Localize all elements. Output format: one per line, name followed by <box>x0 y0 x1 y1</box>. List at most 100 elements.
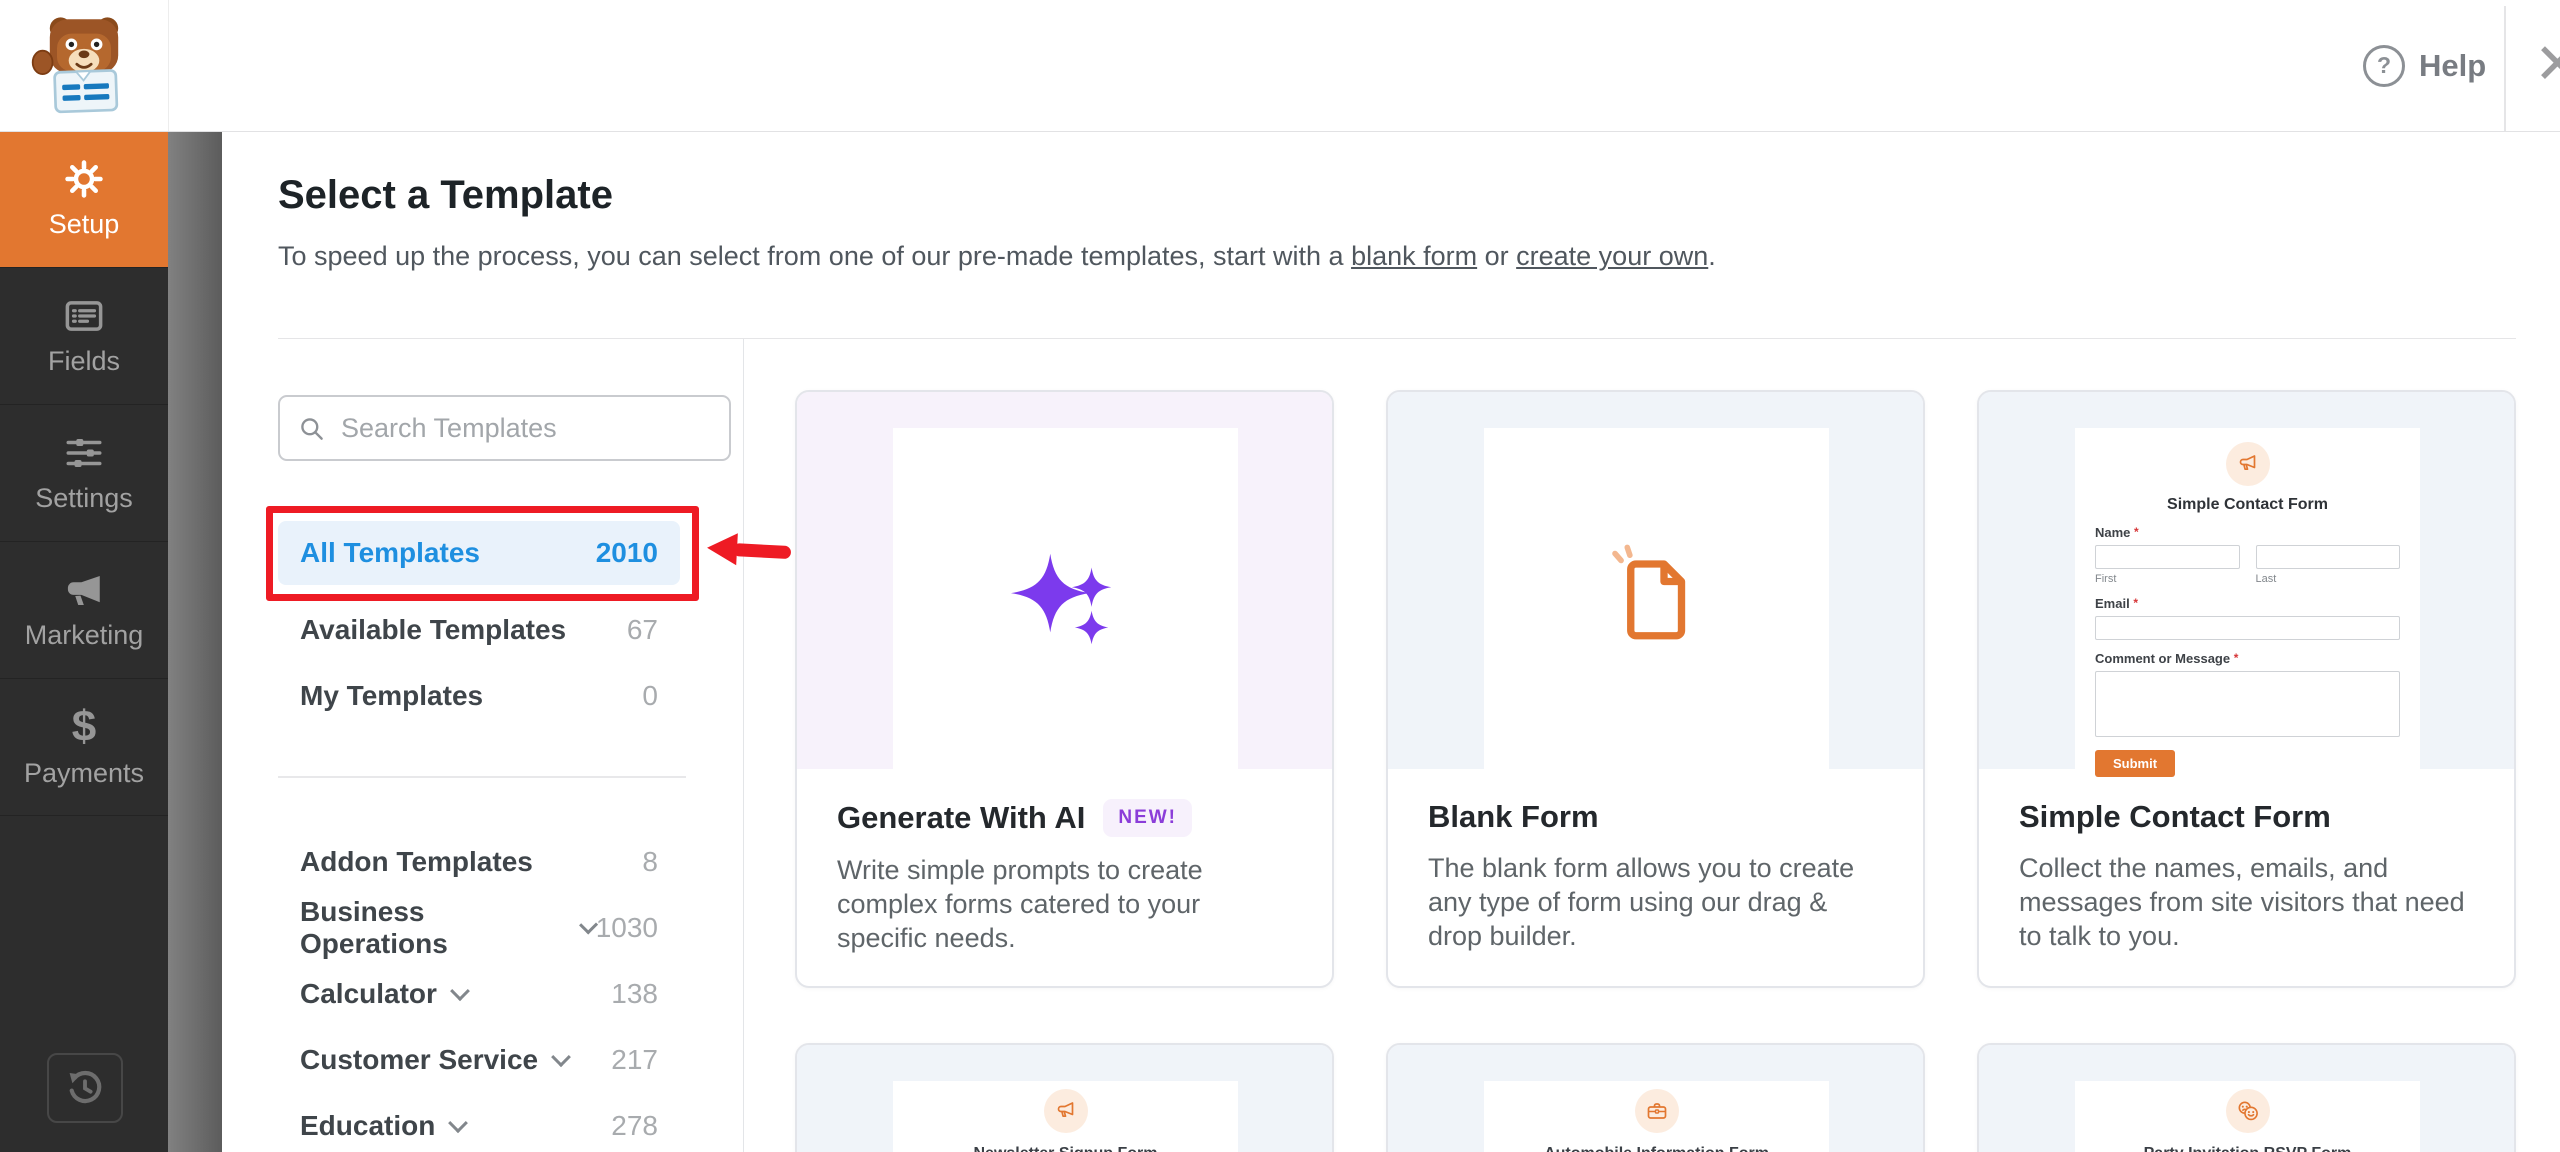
topbar-divider <box>2504 6 2506 131</box>
filter-available-templates[interactable]: Available Templates 67 <box>278 598 680 662</box>
sidebar-item-label: Setup <box>49 209 120 240</box>
sidebar-item-label: Marketing <box>25 620 144 651</box>
help-icon: ? <box>2363 45 2405 87</box>
template-card-party-invitation-rsvp[interactable]: Party Invitation RSVP Form <box>1977 1043 2516 1152</box>
preview-canvas <box>893 428 1238 769</box>
fields-list-icon <box>62 295 106 337</box>
required-asterisk: * <box>2133 596 2138 610</box>
category-count: 217 <box>611 1044 658 1076</box>
megaphone-badge <box>1044 1089 1088 1133</box>
label-text: Comment or Message <box>2095 651 2230 666</box>
required-asterisk: * <box>2234 651 2239 665</box>
template-card-simple-contact-form[interactable]: Simple Contact Form Name * First Last Em… <box>1977 390 2516 988</box>
chevron-down-icon <box>448 1113 468 1133</box>
form-thumbnail: Simple Contact Form Name * First Last Em… <box>2075 428 2420 791</box>
gear-icon <box>63 158 105 200</box>
megaphone-outline-icon <box>1054 1099 1078 1123</box>
card-body: Blank Form The blank form allows you to … <box>1388 769 1923 953</box>
template-card-blank-form[interactable]: Blank Form The blank form allows you to … <box>1386 390 1925 988</box>
builder-sidebar: Setup Fields Settings <box>0 131 168 1152</box>
template-card-automobile-information[interactable]: Automobile Information Form <box>1386 1043 1925 1152</box>
help-button[interactable]: ? Help <box>2363 0 2486 131</box>
category-calculator[interactable]: Calculator 138 <box>278 962 680 1026</box>
label-text: Name <box>2095 525 2130 540</box>
category-label: Customer Service <box>300 1044 538 1076</box>
category-count: 1030 <box>596 912 658 944</box>
card-description: The blank form allows you to create any … <box>1428 851 1887 953</box>
intro-or: or <box>1477 241 1516 271</box>
filter-all-templates[interactable]: All Templates 2010 <box>278 521 680 585</box>
category-count: 8 <box>642 846 658 878</box>
filter-label: All Templates <box>300 537 480 569</box>
template-card-newsletter-signup[interactable]: Newsletter Signup Form <box>795 1043 1334 1152</box>
message-label: Comment or Message * <box>2095 651 2400 666</box>
top-bar: ? Help ✕ <box>0 0 2560 132</box>
sidebar-item-fields[interactable]: Fields <box>0 268 168 405</box>
ai-sparkles-icon <box>1007 540 1125 658</box>
card-preview <box>797 392 1332 769</box>
wpforms-template-builder: ? Help ✕ Setup <box>0 0 2560 1152</box>
template-card-generate-with-ai[interactable]: Generate With AI NEW! Write simple promp… <box>795 390 1334 988</box>
intro-text: To speed up the process, you can select … <box>278 241 1716 272</box>
category-label: Addon Templates <box>300 846 533 878</box>
form-thumbnail-title: Automobile Information Form <box>1544 1145 1769 1152</box>
preview-canvas <box>1484 428 1829 769</box>
search-input[interactable] <box>339 412 713 445</box>
form-thumbnail-title: Party Invitation RSVP Form <box>2144 1145 2352 1152</box>
first-name-input <box>2095 545 2240 569</box>
name-label: Name * <box>2095 525 2400 540</box>
sidebar-item-label: Settings <box>35 483 133 514</box>
header-divider <box>278 338 2516 339</box>
filter-label: My Templates <box>300 680 483 712</box>
category-label: Business Operations <box>300 896 566 960</box>
category-education[interactable]: Education 278 <box>278 1094 680 1152</box>
card-title: Blank Form <box>1428 799 1599 835</box>
sidebar-item-settings[interactable]: Settings <box>0 405 168 542</box>
briefcase-icon <box>1645 1099 1669 1123</box>
card-preview <box>1388 392 1923 769</box>
category-addon-templates[interactable]: Addon Templates 8 <box>278 830 680 894</box>
page-title: Select a Template <box>278 173 613 218</box>
blank-form-link[interactable]: blank form <box>1351 241 1477 271</box>
help-label: Help <box>2419 48 2486 84</box>
megaphone-outline-icon <box>2236 452 2260 476</box>
search-icon <box>298 415 325 442</box>
sidebar-item-payments[interactable]: $ Payments <box>0 679 168 816</box>
sidebar-item-marketing[interactable]: Marketing <box>0 542 168 679</box>
card-preview: Newsletter Signup Form <box>797 1045 1332 1152</box>
category-business-operations[interactable]: Business Operations 1030 <box>278 896 680 960</box>
sliders-icon <box>62 432 106 474</box>
category-count: 278 <box>611 1110 658 1142</box>
card-title: Generate With AI <box>837 800 1085 836</box>
sidebar-shadow-strip <box>168 131 222 1152</box>
dollar-icon: $ <box>72 705 96 749</box>
card-title: Simple Contact Form <box>2019 799 2331 835</box>
close-icon[interactable]: ✕ <box>2534 34 2560 94</box>
sidebar-content-divider <box>743 339 744 1152</box>
megaphone-icon <box>62 569 106 611</box>
category-customer-service[interactable]: Customer Service 217 <box>278 1028 680 1092</box>
card-body: Generate With AI NEW! Write simple promp… <box>797 769 1332 955</box>
card-preview: Party Invitation RSVP Form <box>1979 1045 2514 1152</box>
theater-masks-badge <box>2226 1089 2270 1133</box>
card-body: Simple Contact Form Collect the names, e… <box>1979 769 2514 953</box>
category-label: Education <box>300 1110 435 1142</box>
create-your-own-link[interactable]: create your own <box>1516 241 1708 271</box>
history-icon <box>64 1067 106 1109</box>
chevron-down-icon <box>551 1047 571 1067</box>
blank-document-icon <box>1601 543 1713 655</box>
email-label: Email * <box>2095 596 2400 611</box>
exit-history-button[interactable] <box>47 1053 123 1123</box>
email-input <box>2095 616 2400 640</box>
card-description: Write simple prompts to create complex f… <box>837 853 1296 955</box>
preview-canvas: Newsletter Signup Form <box>893 1081 1238 1152</box>
bear-logo-icon <box>28 12 140 120</box>
template-search[interactable] <box>278 395 731 461</box>
preview-canvas: Automobile Information Form <box>1484 1081 1829 1152</box>
chevron-down-icon <box>450 981 470 1001</box>
message-textarea <box>2095 671 2400 737</box>
filter-list-divider <box>278 776 686 778</box>
card-preview: Simple Contact Form Name * First Last Em… <box>1979 392 2514 769</box>
filter-my-templates[interactable]: My Templates 0 <box>278 664 680 728</box>
sidebar-item-setup[interactable]: Setup <box>0 131 168 268</box>
